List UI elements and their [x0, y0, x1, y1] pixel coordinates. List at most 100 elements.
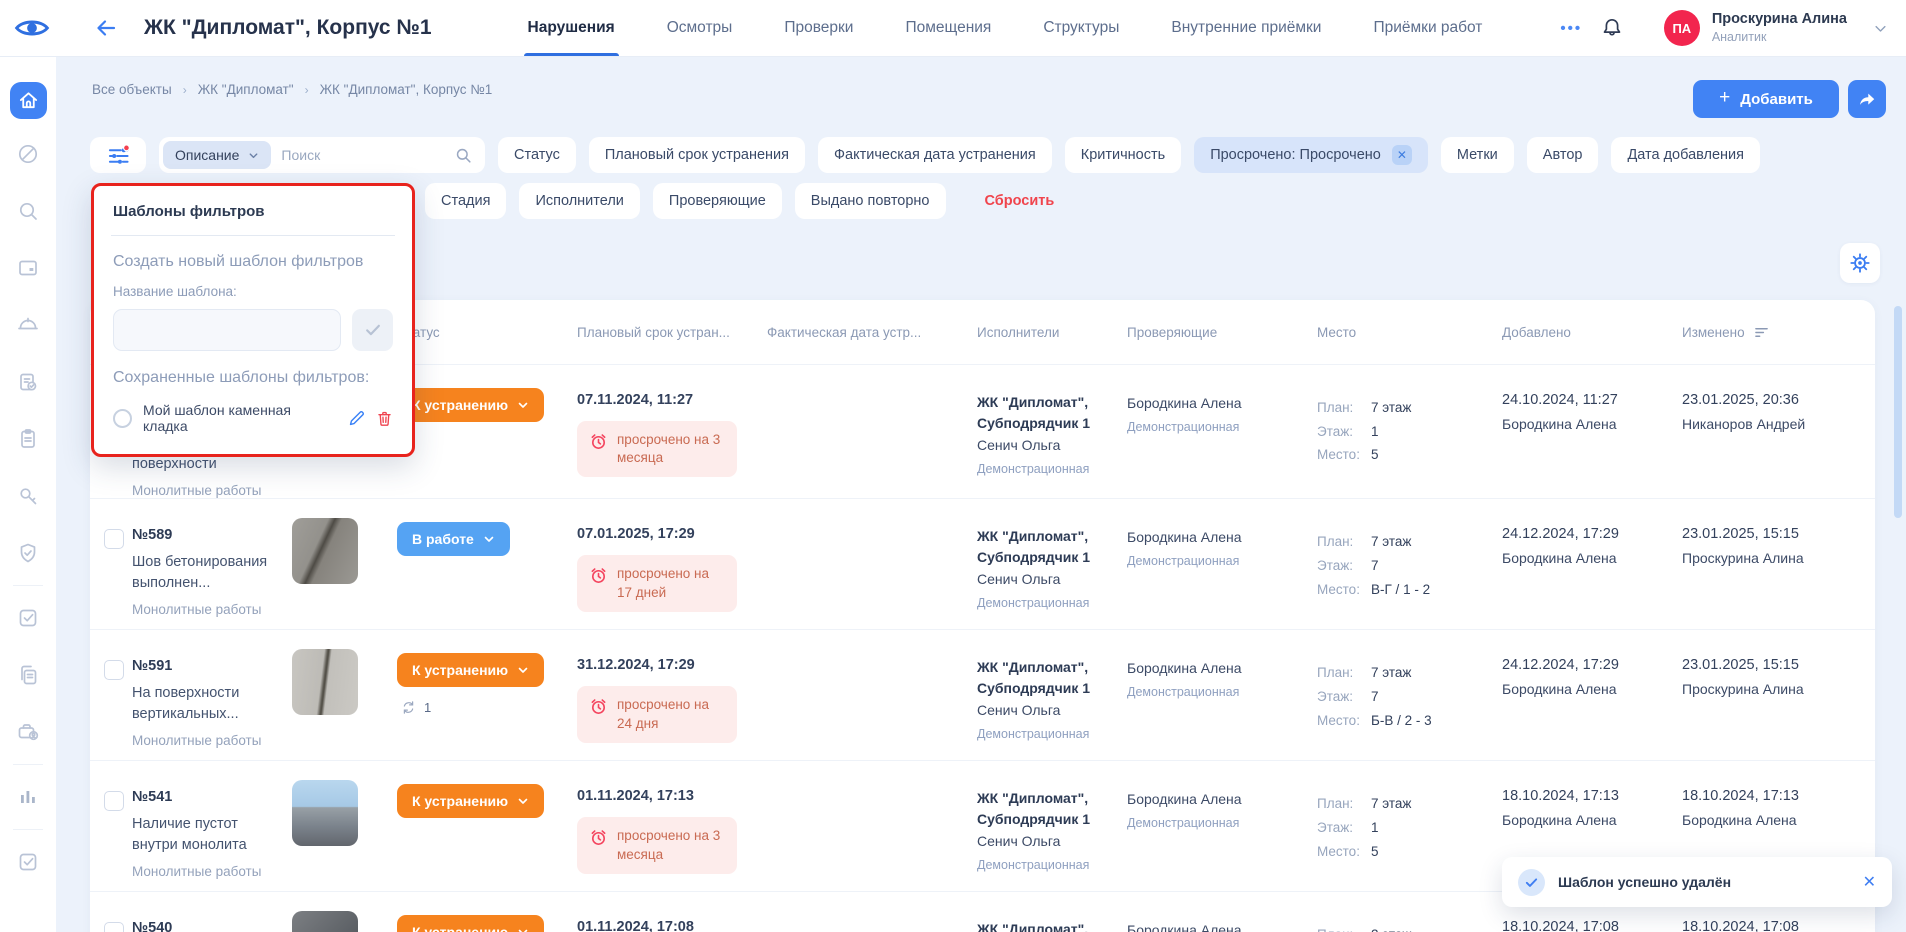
tab[interactable]: Внутренние приёмки [1171, 0, 1321, 56]
user-menu-chevron-icon[interactable] [1873, 21, 1888, 36]
violation-photo[interactable] [292, 518, 358, 584]
breadcrumb-item[interactable]: Все объекты [92, 82, 172, 97]
avatar[interactable]: ПА [1664, 10, 1700, 46]
delete-template-icon[interactable] [376, 410, 393, 427]
planned-date: 01.11.2024, 17:13 [577, 788, 767, 804]
filter-pill[interactable]: Дата добавления [1611, 137, 1760, 173]
violation-description[interactable]: поверхности [132, 454, 280, 474]
saved-templates-label: Сохраненные шаблоны фильтров: [113, 369, 393, 387]
shield-check-icon[interactable] [15, 540, 41, 566]
row-checkbox[interactable] [104, 922, 124, 932]
column-header[interactable]: Изменено [1682, 325, 1875, 340]
filter-pill[interactable]: Фактическая дата устранения [818, 137, 1052, 173]
executors-cell: ЖК "Дипломат",Субподрядчик 1Сенич ОльгаД… [977, 365, 1127, 498]
filter-templates-popup: Шаблоны фильтров Создать новый шаблон фи… [91, 183, 415, 457]
circle-slash-icon[interactable] [15, 141, 41, 167]
copy-icon[interactable] [15, 662, 41, 688]
column-header[interactable]: Плановый срок устран... [577, 325, 767, 340]
status-badge[interactable]: К устранению [397, 915, 544, 932]
edit-template-icon[interactable] [348, 410, 365, 427]
more-tabs-button[interactable]: ••• [1560, 20, 1582, 37]
violation-photo[interactable] [292, 780, 358, 846]
check-square-icon[interactable] [15, 605, 41, 631]
tab[interactable]: Приёмки работ [1373, 0, 1482, 56]
vertical-scrollbar[interactable] [1894, 306, 1902, 518]
filter-pill[interactable]: Исполнители [519, 183, 639, 219]
column-header[interactable]: Статус [397, 325, 577, 340]
overdue-badge: просрочено на 17 дней [577, 555, 737, 611]
breadcrumb-item[interactable]: ЖК "Дипломат" [198, 82, 294, 97]
template-radio[interactable] [113, 409, 132, 428]
share-button[interactable] [1848, 80, 1886, 118]
template-name-input[interactable] [113, 309, 341, 351]
chevron-down-icon [517, 664, 529, 676]
filter-pill[interactable]: Плановый срок устранения [589, 137, 805, 173]
tab[interactable]: Структуры [1043, 0, 1119, 56]
executors-cell: ЖК "Дипломат",Субподрядчик 1Сенич ОльгаД… [977, 630, 1127, 760]
save-template-button[interactable] [352, 309, 393, 351]
clipboard-icon[interactable] [15, 426, 41, 452]
tab[interactable]: Проверки [784, 0, 853, 56]
filter-pill[interactable]: Метки [1441, 137, 1514, 173]
remove-filter-icon[interactable]: ✕ [1392, 145, 1412, 165]
violation-photo[interactable] [292, 911, 358, 932]
app-logo-icon[interactable] [12, 15, 52, 41]
chevron-down-icon [517, 795, 529, 807]
card-icon[interactable] [15, 255, 41, 281]
filter-pill[interactable]: Критичность [1065, 137, 1181, 173]
planned-date: 07.01.2025, 17:29 [577, 526, 767, 542]
filter-settings-button[interactable] [90, 137, 146, 173]
checkers-cell: Бородкина Алена [1127, 892, 1317, 932]
column-header[interactable]: Место [1317, 325, 1502, 340]
filter-pill[interactable]: Проверяющие [653, 183, 782, 219]
violation-description[interactable]: На поверхности вертикальных... [132, 683, 280, 724]
breadcrumb-item: ЖК "Дипломат", Корпус №1 [320, 82, 493, 97]
template-name-row [113, 309, 393, 351]
added-cell: 24.10.2024, 11:27Бородкина Алена [1502, 365, 1682, 498]
notifications-bell-icon[interactable] [1600, 16, 1624, 40]
column-header[interactable]: Проверяющие [1127, 325, 1317, 340]
tab[interactable]: Помещения [905, 0, 991, 56]
status-badge[interactable]: К устранению [397, 388, 544, 422]
hard-hat-icon[interactable] [15, 312, 41, 338]
clipboard-check-icon[interactable] [15, 369, 41, 395]
toast-close-icon[interactable]: ✕ [1863, 872, 1876, 892]
chevron-down-icon [517, 926, 529, 932]
violation-description[interactable]: Наличие пустот внутри монолита [132, 814, 280, 855]
search-input[interactable] [281, 147, 444, 163]
bar-chart-icon[interactable] [15, 784, 41, 810]
add-button[interactable]: +Добавить [1693, 80, 1839, 118]
column-header[interactable]: Добавлено [1502, 325, 1682, 340]
filter-pill[interactable]: Автор [1527, 137, 1599, 173]
row-checkbox[interactable] [104, 529, 124, 549]
user-role: Аналитик [1712, 29, 1847, 45]
search-nav-icon[interactable] [15, 198, 41, 224]
row-checkbox[interactable] [104, 791, 124, 811]
executors-cell: ЖК "Дипломат", [977, 892, 1127, 932]
status-badge[interactable]: В работе [397, 522, 510, 556]
status-badge[interactable]: К устранению [397, 653, 544, 687]
check-square-2-icon[interactable] [15, 849, 41, 875]
home-icon[interactable] [10, 82, 47, 119]
tab[interactable]: Нарушения [528, 0, 615, 56]
column-header[interactable]: Фактическая дата устр... [767, 325, 977, 340]
filter-pill[interactable]: Выдано повторно [795, 183, 946, 219]
repeat-icon [401, 700, 416, 715]
column-header[interactable]: Исполнители [977, 325, 1127, 340]
briefcase-user-icon[interactable] [15, 719, 41, 745]
saved-template-row: Мой шаблон каменная кладка [113, 402, 393, 434]
violation-photo[interactable] [292, 649, 358, 715]
table-settings-gear-icon[interactable] [1840, 243, 1880, 283]
filter-pill[interactable]: Просрочено: Просрочено✕ [1194, 137, 1428, 173]
key-icon[interactable] [15, 483, 41, 509]
filter-pill[interactable]: Стадия [425, 183, 506, 219]
field-selector-dropdown[interactable]: Описание [163, 141, 271, 169]
row-checkbox[interactable] [104, 660, 124, 680]
checkers-cell: Бородкина АленаДемонстрационная [1127, 630, 1317, 760]
violation-description[interactable]: Шов бетонирования выполнен... [132, 552, 280, 593]
back-button[interactable] [94, 16, 118, 40]
reset-filters-button[interactable]: Сбросить [985, 193, 1055, 209]
status-badge[interactable]: К устранению [397, 784, 544, 818]
tab[interactable]: Осмотры [667, 0, 733, 56]
filter-pill[interactable]: Статус [498, 137, 576, 173]
